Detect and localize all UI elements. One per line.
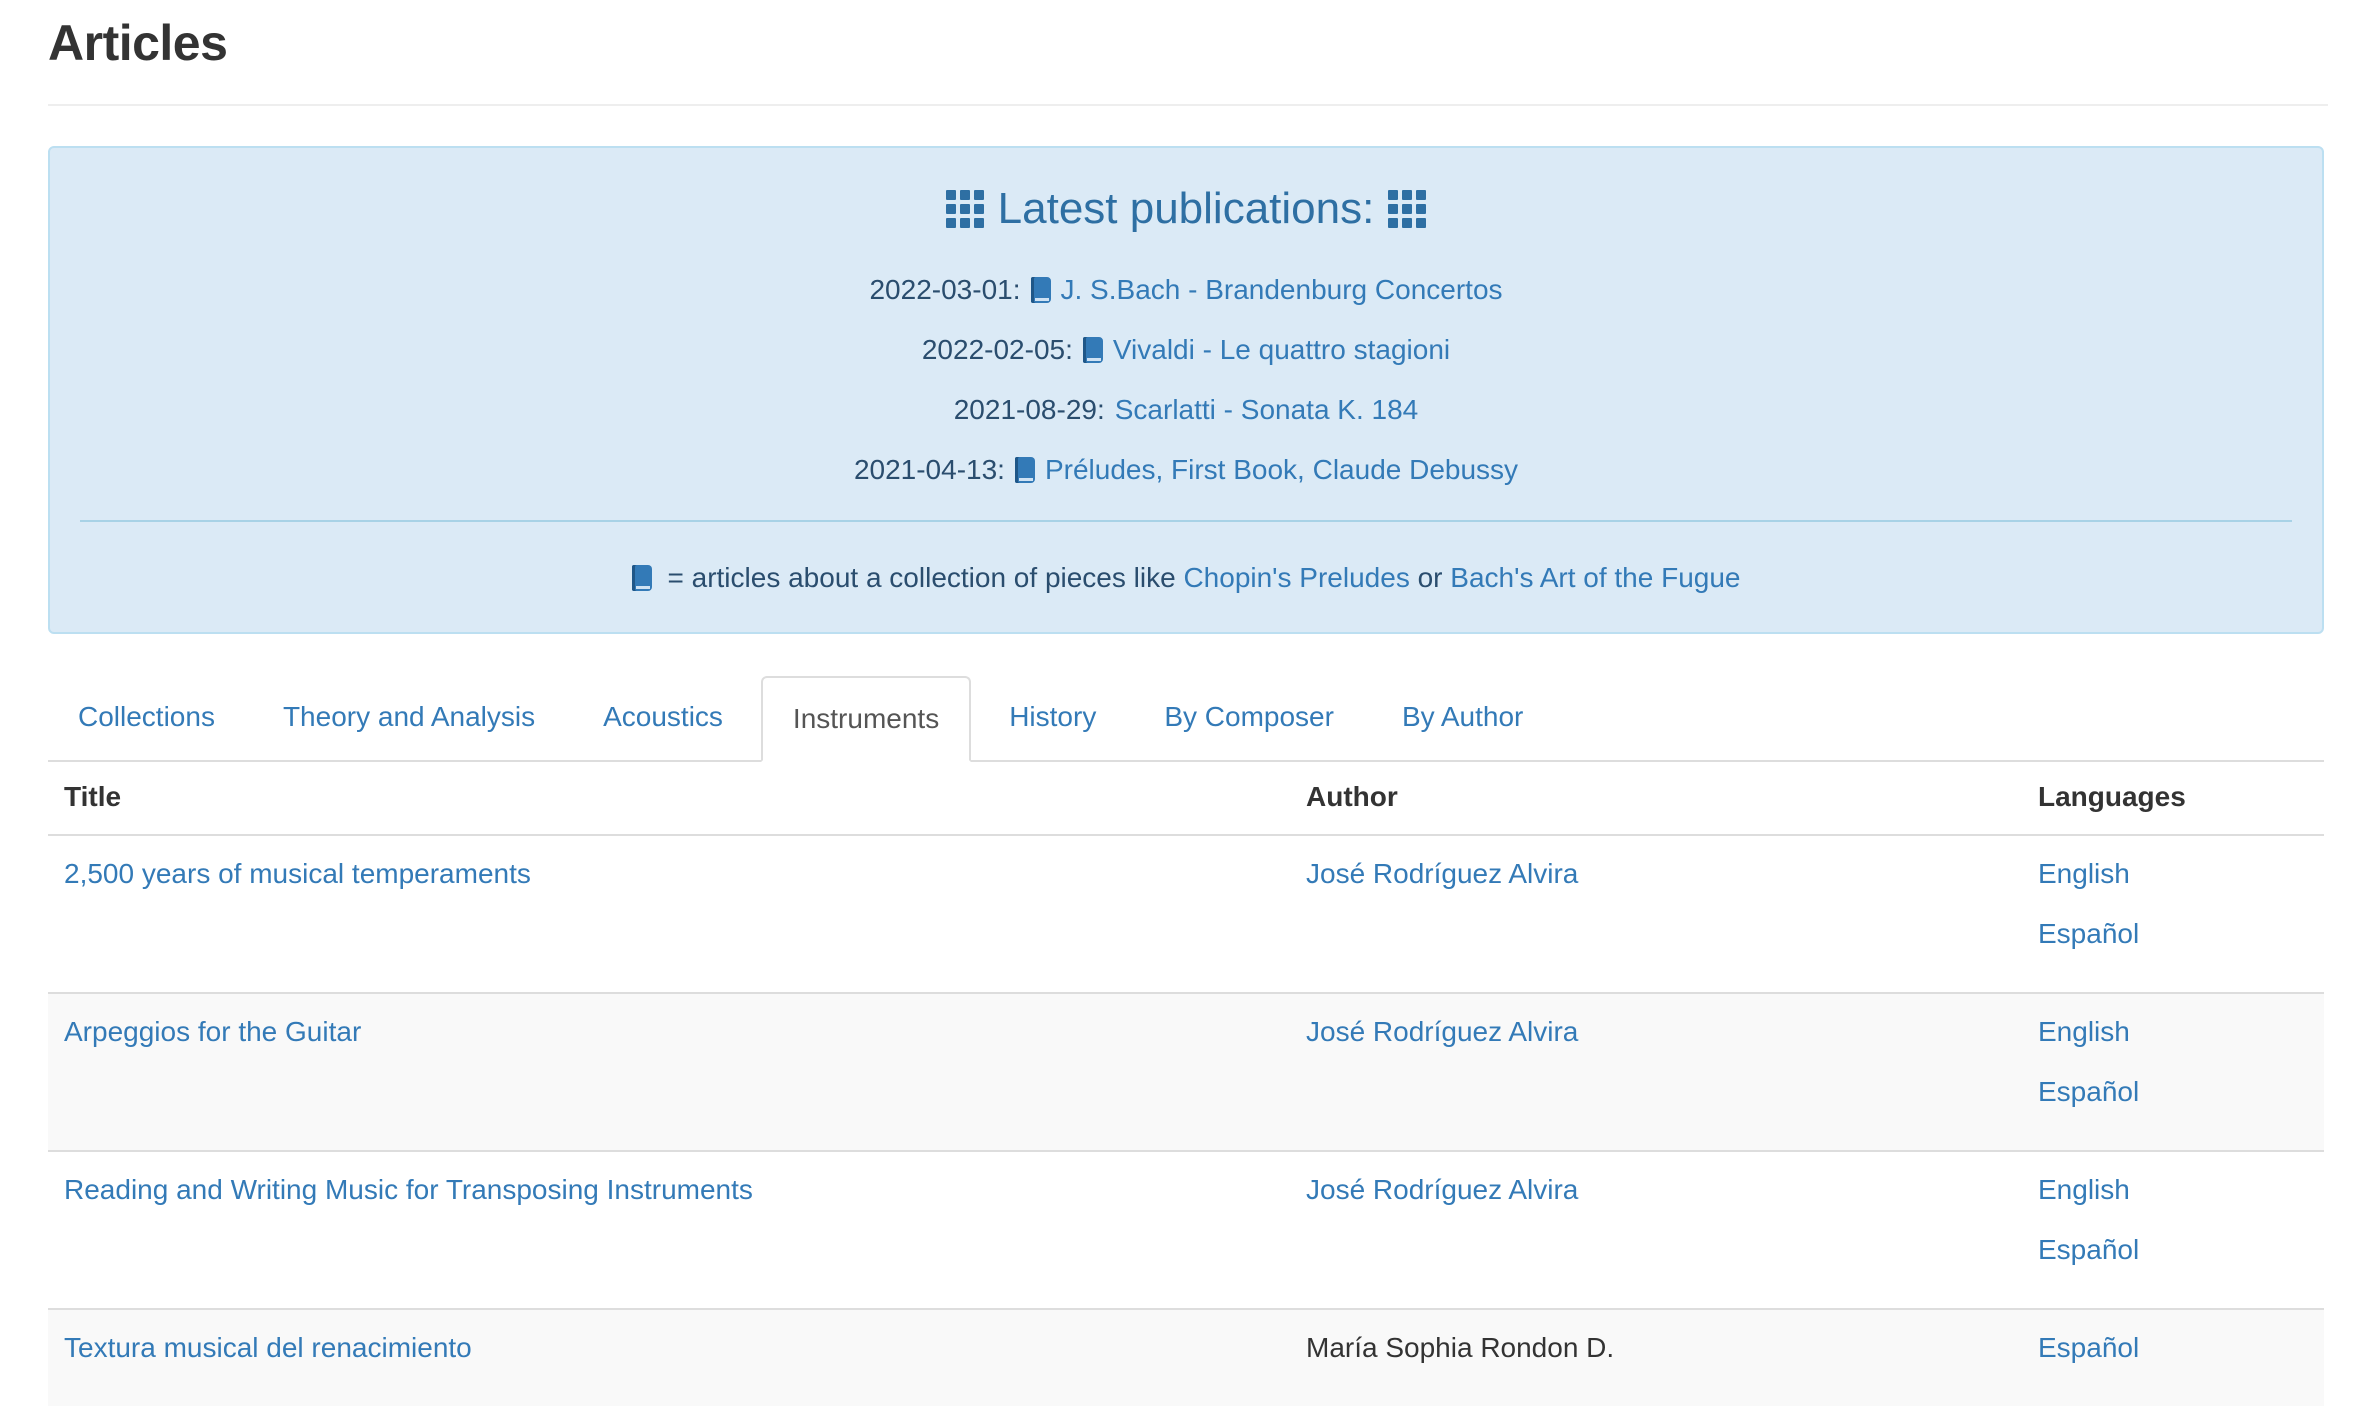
tab-collections[interactable]: Collections bbox=[48, 676, 245, 758]
article-title-link[interactable]: Arpeggios for the Guitar bbox=[64, 1002, 1274, 1062]
language-link-english[interactable]: English bbox=[2038, 844, 2308, 904]
legend-text: = articles about a collection of pieces … bbox=[667, 562, 1176, 593]
publication-date: 2021-04-13: bbox=[853, 454, 1005, 485]
publication-item: 2022-03-01: J. S.Bach - Brandenburg Conc… bbox=[50, 260, 2322, 320]
column-header-author: Author bbox=[1290, 760, 2022, 836]
bach-art-of-fugue-link[interactable]: Bach's Art of the Fugue bbox=[1450, 562, 1740, 594]
tab-acoustics[interactable]: Acoustics bbox=[573, 676, 753, 758]
publication-link[interactable]: J. S.Bach - Brandenburg Concertos bbox=[1061, 274, 1503, 306]
page-header: Articles bbox=[48, 0, 2328, 106]
language-link-espanol[interactable]: Español bbox=[2038, 1318, 2308, 1378]
article-author-link[interactable]: José Rodríguez Alvira bbox=[1306, 1160, 2006, 1220]
chopin-preludes-link[interactable]: Chopin's Preludes bbox=[1183, 562, 1409, 594]
language-list: English Español bbox=[2038, 1160, 2308, 1308]
column-header-title: Title bbox=[48, 760, 1290, 836]
language-link-english[interactable]: English bbox=[2038, 1160, 2308, 1220]
grid-icon bbox=[945, 190, 984, 228]
article-author-link[interactable]: José Rodríguez Alvira bbox=[1306, 1002, 2006, 1062]
publication-item: 2021-04-13: Préludes, First Book, Claude… bbox=[50, 440, 2322, 500]
latest-publications-panel: Latest publications: 2022-03-01: J. S.Ba… bbox=[48, 146, 2324, 634]
tab-by-composer[interactable]: By Composer bbox=[1134, 676, 1364, 758]
page-title: Articles bbox=[48, 15, 228, 71]
article-title-link[interactable]: Textura musical del renacimiento bbox=[64, 1318, 1274, 1378]
table-row: 2,500 years of musical temperaments José… bbox=[48, 834, 2324, 993]
publication-link[interactable]: Préludes, First Book, Claude Debussy bbox=[1045, 454, 1518, 486]
publication-date: 2022-03-01: bbox=[869, 274, 1021, 305]
book-icon bbox=[1014, 457, 1035, 483]
language-list: Español bbox=[2038, 1318, 2308, 1406]
book-icon bbox=[1082, 337, 1103, 363]
table-row: Arpeggios for the Guitar José Rodríguez … bbox=[48, 992, 2324, 1151]
publication-link[interactable]: Scarlatti - Sonata K. 184 bbox=[1115, 394, 1419, 426]
latest-publications-title: Latest publications: bbox=[997, 184, 1375, 233]
language-list: English Español bbox=[2038, 1002, 2308, 1150]
publication-list: 2022-03-01: J. S.Bach - Brandenburg Conc… bbox=[50, 260, 2322, 500]
column-header-languages: Languages bbox=[2022, 760, 2324, 836]
language-link-espanol[interactable]: Español bbox=[2038, 1062, 2308, 1122]
legend-or: or bbox=[1417, 562, 1443, 593]
latest-publications-heading: Latest publications: bbox=[50, 184, 2322, 234]
table-header-row: Title Author Languages bbox=[48, 760, 2324, 836]
grid-icon bbox=[1388, 190, 1427, 228]
language-link-english[interactable]: English bbox=[2038, 1002, 2308, 1062]
book-icon bbox=[631, 565, 652, 591]
collection-legend: = articles about a collection of pieces … bbox=[50, 562, 2322, 594]
publication-link[interactable]: Vivaldi - Le quattro stagioni bbox=[1113, 334, 1450, 366]
tab-theory-and-analysis[interactable]: Theory and Analysis bbox=[253, 676, 565, 758]
tab-history[interactable]: History bbox=[979, 676, 1126, 758]
panel-divider bbox=[80, 520, 2292, 522]
table-row: Reading and Writing Music for Transposin… bbox=[48, 1150, 2324, 1309]
language-link-espanol[interactable]: Español bbox=[2038, 904, 2308, 964]
article-author: María Sophia Rondon D. bbox=[1306, 1332, 1615, 1363]
publication-date: 2022-02-05: bbox=[921, 334, 1073, 365]
tab-instruments[interactable]: Instruments bbox=[760, 676, 972, 762]
page-container: Articles Latest publications: 2022-03-01… bbox=[48, 0, 2328, 1406]
table-row: Textura musical del renacimiento María S… bbox=[48, 1308, 2324, 1406]
article-title-link[interactable]: 2,500 years of musical temperaments bbox=[64, 844, 1274, 904]
publication-item: 2022-02-05: Vivaldi - Le quattro stagion… bbox=[50, 320, 2322, 380]
category-tabs: Collections Theory and Analysis Acoustic… bbox=[48, 676, 2324, 762]
articles-table: Title Author Languages 2,500 years of mu… bbox=[48, 760, 2324, 1406]
article-author-link[interactable]: José Rodríguez Alvira bbox=[1306, 844, 2006, 904]
language-list: English Español bbox=[2038, 844, 2308, 992]
article-title-link[interactable]: Reading and Writing Music for Transposin… bbox=[64, 1160, 1274, 1220]
book-icon bbox=[1030, 277, 1051, 303]
tab-by-author[interactable]: By Author bbox=[1372, 676, 1553, 758]
publication-date: 2021-08-29: bbox=[953, 394, 1105, 425]
language-link-espanol[interactable]: Español bbox=[2038, 1220, 2308, 1280]
publication-item: 2021-08-29: Scarlatti - Sonata K. 184 bbox=[50, 380, 2322, 440]
